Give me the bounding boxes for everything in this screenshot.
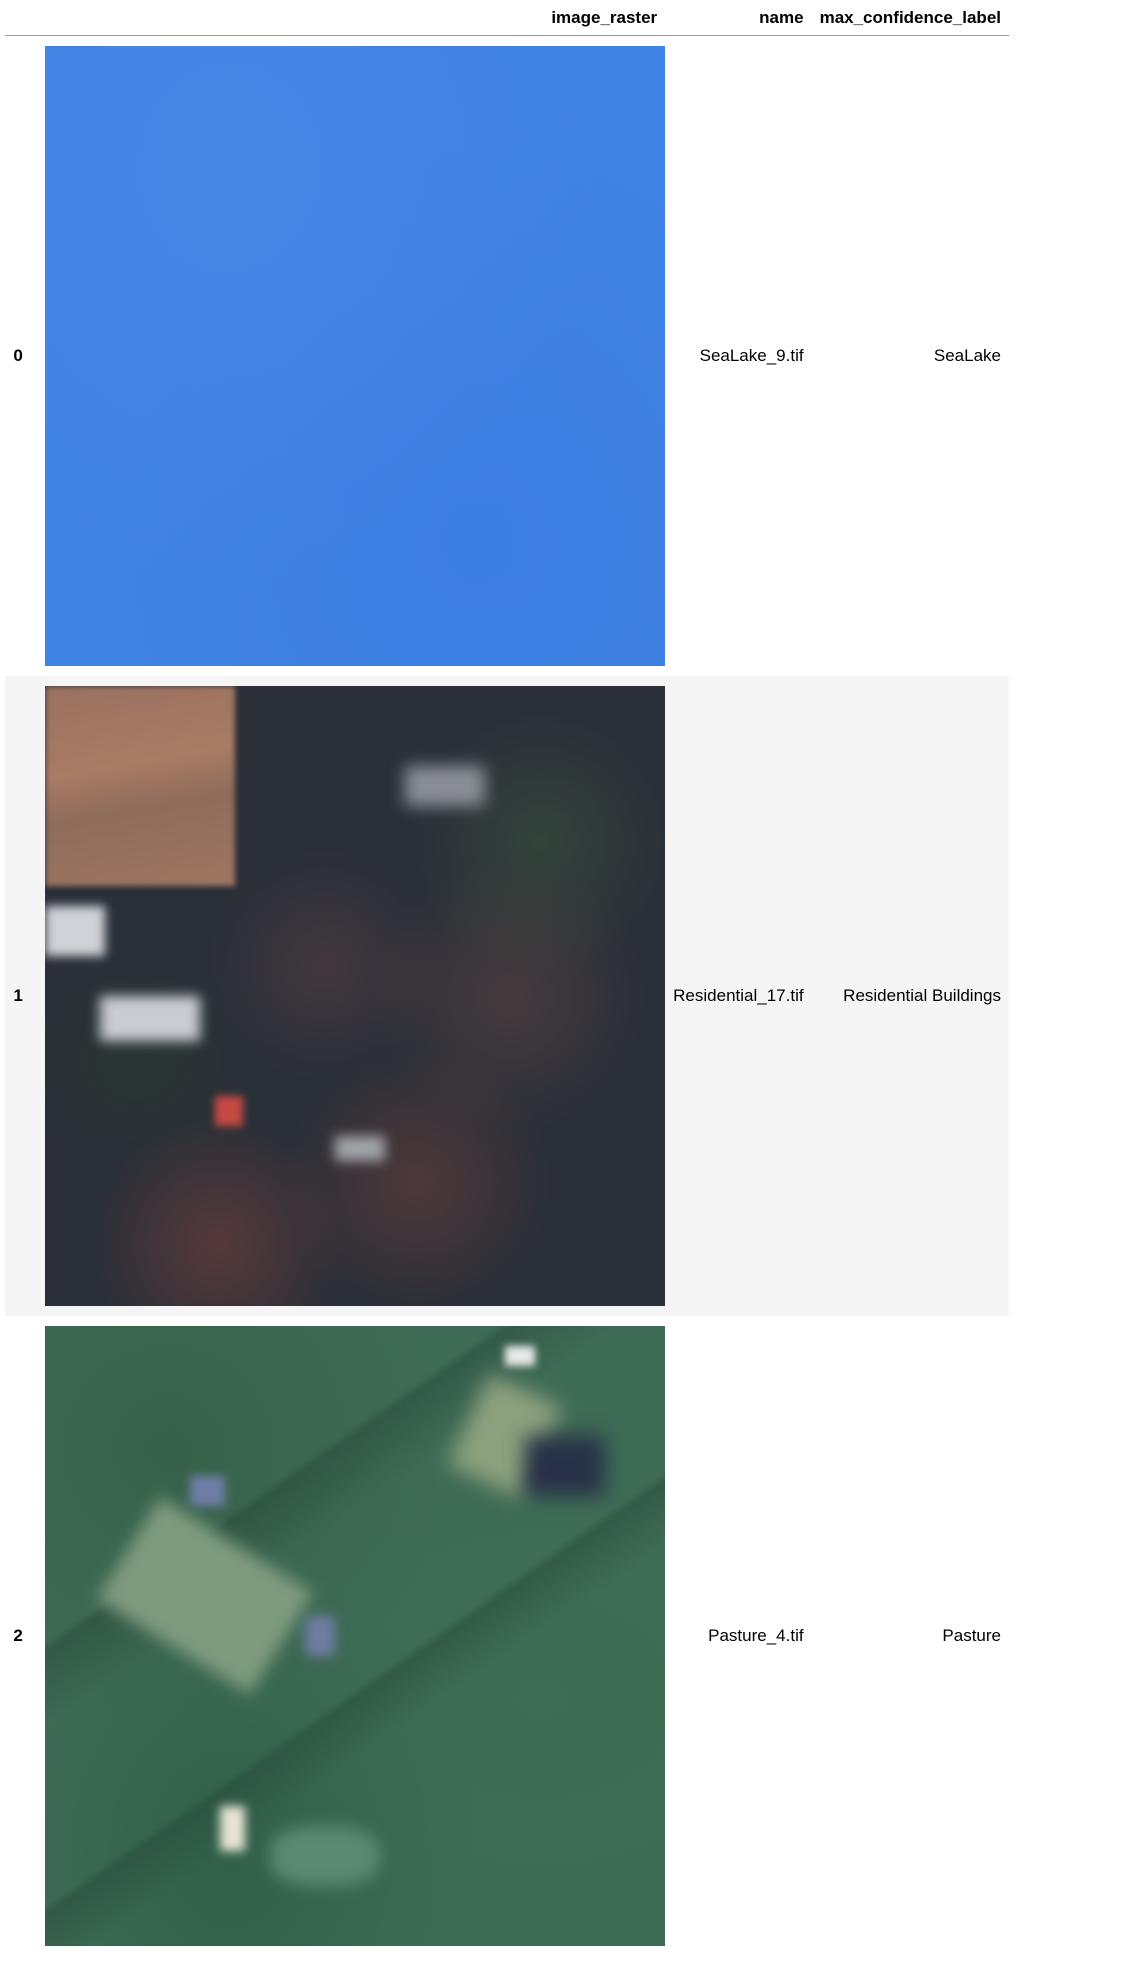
- building-patch: [45, 905, 106, 956]
- table-row: 0 SeaLake_9.tif SeaLake: [5, 36, 1009, 676]
- green-field-patch: [270, 1825, 381, 1886]
- farm-building-patch: [190, 1475, 226, 1506]
- building-patch: [335, 1135, 386, 1161]
- column-header-name: name: [665, 0, 812, 36]
- red-roof-patch: [215, 1095, 244, 1126]
- building-patch: [405, 765, 486, 806]
- column-header-image-raster: image_raster: [31, 0, 666, 36]
- header-row: image_raster name max_confidence_label: [5, 0, 1009, 36]
- table-header: image_raster name max_confidence_label: [5, 0, 1009, 36]
- row-index: 2: [13, 1625, 23, 1645]
- row-index: 0: [13, 345, 23, 365]
- table-row: 1 Residential_17.tif Residential Buildin…: [5, 675, 1009, 1316]
- sea-lake-satellite-image: [45, 45, 666, 666]
- index-header: [5, 0, 32, 36]
- column-header-max-confidence-label: max_confidence_label: [811, 0, 1009, 36]
- dataframe-table: image_raster name max_confidence_label 0…: [5, 0, 1009, 1956]
- pale-field-patch: [97, 1496, 314, 1695]
- table-body: 0 SeaLake_9.tif SeaLake 1 Residential_17…: [5, 36, 1009, 1956]
- image-raster-cell: [31, 36, 666, 676]
- image-raster-cell: [31, 676, 666, 1316]
- name-cell: SeaLake_9.tif: [699, 345, 804, 365]
- farm-building-patch: [305, 1615, 336, 1656]
- pasture-satellite-image: [45, 1325, 666, 1946]
- label-cell: Pasture: [942, 1625, 1001, 1645]
- name-cell: Pasture_4.tif: [708, 1625, 804, 1645]
- building-patch: [100, 995, 201, 1041]
- label-cell: SeaLake: [933, 345, 1001, 365]
- table-row: 2 Pasture_4.tif Pasture: [5, 1316, 1009, 1956]
- white-patch: [220, 1805, 246, 1851]
- row-index: 1: [13, 985, 23, 1005]
- residential-satellite-image: [45, 685, 666, 1306]
- farmland-patch: [45, 685, 236, 886]
- label-cell: Residential Buildings: [843, 985, 1001, 1005]
- name-cell: Residential_17.tif: [673, 985, 804, 1005]
- dark-patch: [525, 1435, 606, 1496]
- white-patch: [505, 1345, 536, 1366]
- image-raster-cell: [31, 1316, 666, 1956]
